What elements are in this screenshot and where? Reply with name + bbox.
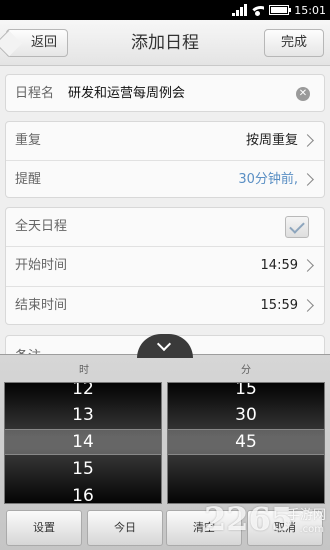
hour-option[interactable]: 15: [5, 457, 161, 481]
all-day-row[interactable]: 全天日程: [6, 208, 324, 246]
chevron-right-icon: [301, 299, 314, 312]
time-card: 全天日程 开始时间 14:59 结束时间 15:59: [5, 207, 325, 325]
set-button[interactable]: 设置: [6, 510, 82, 546]
hour-option[interactable]: 12: [5, 383, 161, 401]
battery-icon: [269, 5, 292, 15]
hour-option-selected[interactable]: 14: [5, 430, 161, 454]
event-name-input[interactable]: [68, 75, 288, 113]
hour-option[interactable]: 16: [5, 484, 161, 503]
clear-button[interactable]: 清空: [166, 510, 242, 546]
picker-buttons: 设置 今日 清空 取消: [0, 508, 330, 550]
done-button[interactable]: 完成: [264, 29, 324, 57]
hour-column-label: 时: [79, 365, 89, 376]
status-bar: 15:01: [0, 0, 330, 20]
repeat-label: 重复: [15, 133, 42, 148]
chevron-right-icon: [301, 259, 314, 272]
check-icon: [289, 218, 305, 234]
status-icons: 15:01: [232, 0, 326, 20]
cancel-button[interactable]: 取消: [247, 510, 323, 546]
chevron-right-icon: [301, 173, 314, 186]
reminder-row[interactable]: 提醒 30分钟前,: [6, 161, 324, 199]
minute-wheel[interactable]: 15 30 45: [167, 382, 325, 504]
chevron-right-icon: [301, 134, 314, 147]
minute-option[interactable]: 15: [168, 383, 324, 401]
start-time-row[interactable]: 开始时间 14:59: [6, 247, 324, 285]
start-time-label: 开始时间: [15, 258, 68, 273]
all-day-label: 全天日程: [15, 219, 68, 234]
chevron-down-icon: [156, 336, 172, 352]
event-name-label: 日程名: [15, 86, 55, 101]
end-time-row[interactable]: 结束时间 15:59: [6, 287, 324, 325]
hour-option[interactable]: 13: [5, 403, 161, 427]
wifi-icon: [251, 4, 265, 16]
recurrence-card: 重复 按周重复 提醒 30分钟前,: [5, 121, 325, 198]
status-time: 15:01: [294, 3, 326, 17]
reminder-value: 30分钟前,: [238, 172, 298, 187]
minute-option[interactable]: 30: [168, 403, 324, 427]
hour-wheel[interactable]: 12 13 14 15 16: [4, 382, 162, 504]
reminder-label: 提醒: [15, 172, 42, 187]
repeat-value: 按周重复: [245, 133, 298, 148]
repeat-row[interactable]: 重复 按周重复: [6, 122, 324, 160]
header: 返回 添加日程 完成: [0, 20, 330, 66]
event-name-card: 日程名 ✕: [5, 74, 325, 113]
end-time-value: 15:59: [260, 298, 298, 313]
minute-option-selected[interactable]: 45: [168, 430, 324, 454]
minute-column-label: 分: [241, 365, 251, 376]
end-time-label: 结束时间: [15, 298, 68, 313]
signal-icon: [232, 4, 248, 16]
clear-icon[interactable]: ✕: [296, 87, 310, 101]
today-button[interactable]: 今日: [87, 510, 163, 546]
all-day-checkbox[interactable]: [285, 216, 309, 238]
start-time-value: 14:59: [260, 258, 298, 273]
